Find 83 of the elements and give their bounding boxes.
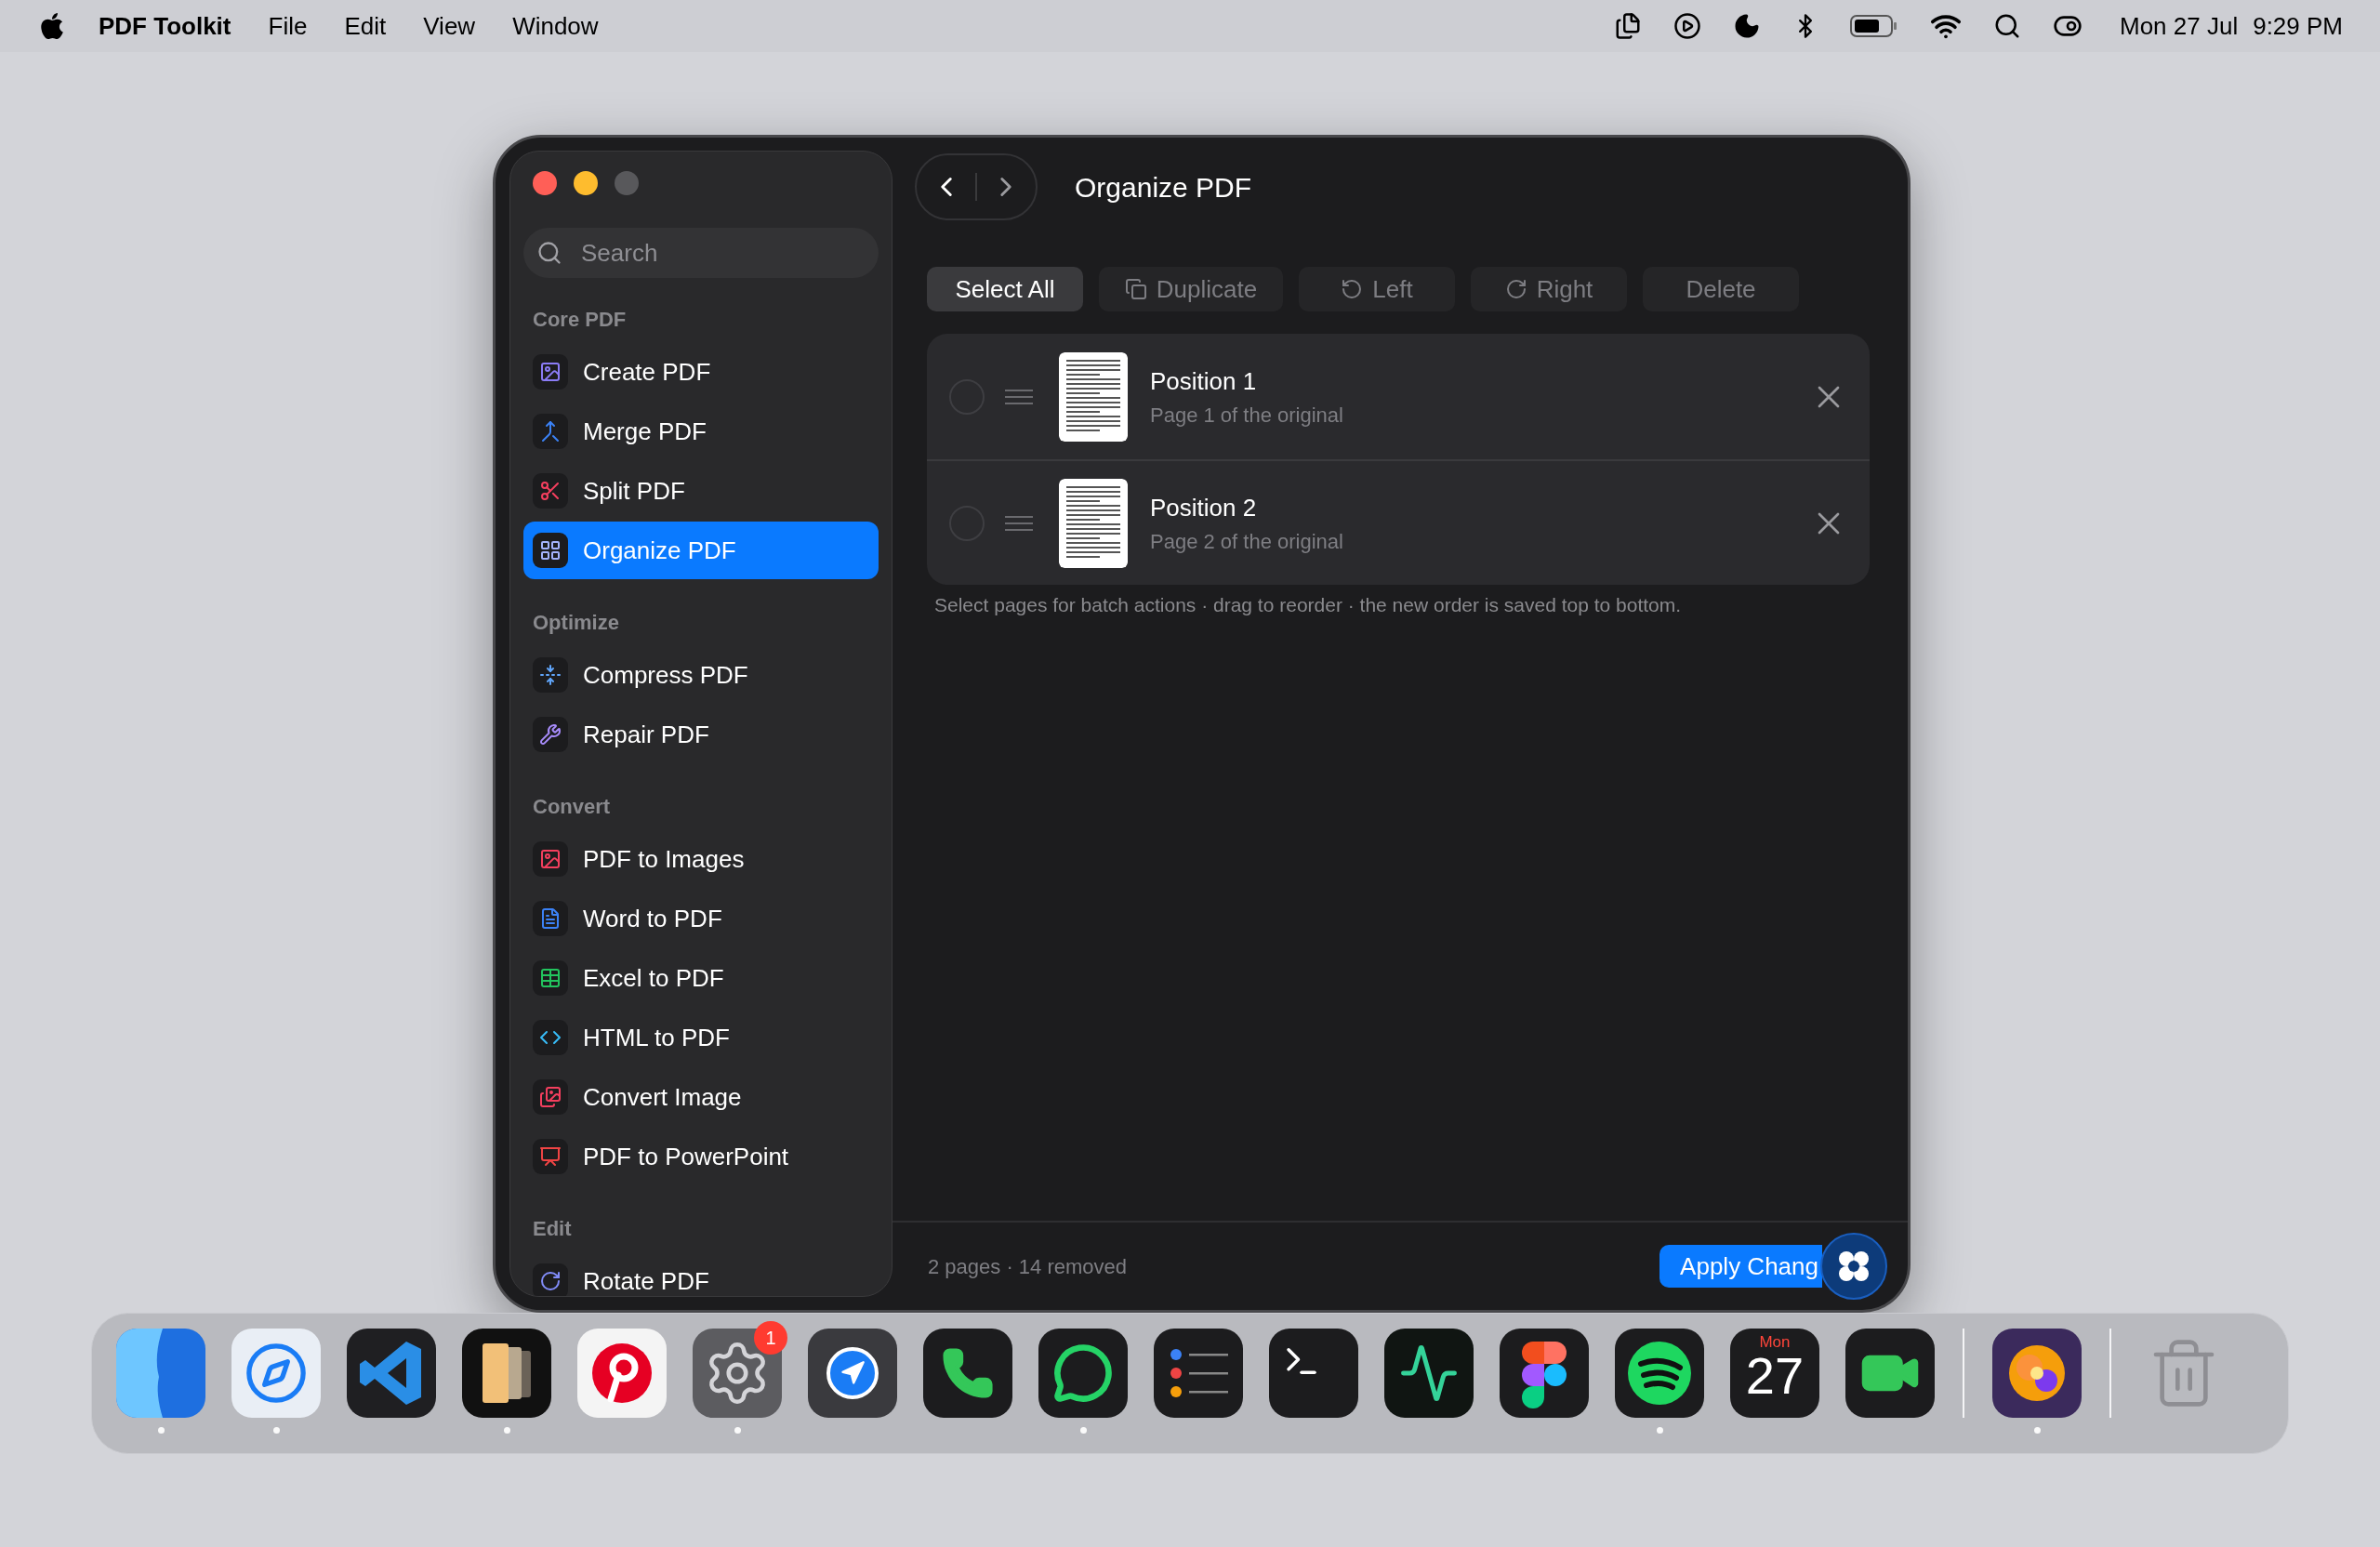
sidebar-item[interactable]: Convert Image: [523, 1068, 879, 1126]
pin-logo-icon[interactable]: [577, 1329, 667, 1418]
calendar-icon[interactable]: Mon 27: [1730, 1329, 1819, 1418]
sidebar-section-title: Edit: [532, 1215, 573, 1242]
sidebar-item[interactable]: Repair PDF: [523, 706, 879, 763]
footer-summary: 2 pages · 14 removed: [928, 1253, 1128, 1280]
sidebar-section-title: Convert: [532, 793, 612, 820]
compass-icon[interactable]: [231, 1329, 321, 1418]
page-title-text: Position 2: [1150, 492, 1258, 523]
close-button[interactable]: [533, 171, 557, 195]
sidebar-item[interactable]: HTML to PDF: [523, 1009, 879, 1066]
drag-handle-icon[interactable]: [1005, 389, 1033, 404]
page-subtitle: Page 1 of the original: [1150, 402, 1343, 429]
search-field[interactable]: Search: [523, 228, 879, 278]
merge-icon: [533, 414, 568, 449]
grid-icon: [533, 533, 568, 568]
hint-text: Select pages for batch actions · drag to reorder · the new order is saved top to bottom.: [934, 593, 1683, 617]
code-editor-icon[interactable]: [347, 1329, 436, 1418]
rotate-icon: [533, 1263, 568, 1296]
sidebar-item[interactable]: Rotate PDF: [523, 1252, 879, 1296]
search-icon: [536, 240, 562, 266]
page-row[interactable]: Position 2 Page 2 of the original: [927, 459, 1870, 585]
page-subtitle: Page 2 of the original: [1150, 528, 1343, 555]
scissors-icon: [533, 473, 568, 509]
page-row[interactable]: Position 1 Page 1 of the original: [927, 334, 1870, 459]
list-icon[interactable]: [1154, 1329, 1243, 1418]
navigation-icon[interactable]: [808, 1329, 897, 1418]
image-icon: [533, 354, 568, 390]
sidebar-item[interactable]: PDF to PowerPoint: [523, 1128, 879, 1185]
minimize-button[interactable]: [574, 171, 598, 195]
four-dots-icon: [1837, 1250, 1871, 1283]
document-icon: [533, 901, 568, 936]
page-title: Organize PDF: [1075, 170, 1252, 205]
sidebar-item[interactable]: Word to PDF: [523, 890, 879, 947]
menu-item[interactable]: Edit: [344, 7, 387, 45]
files-icon[interactable]: [1614, 12, 1642, 40]
apply-button[interactable]: Apply Chang: [1659, 1245, 1822, 1288]
images-icon: [533, 1079, 568, 1115]
video-camera-icon[interactable]: [1845, 1329, 1935, 1418]
sidebar-item[interactable]: PDF to Images: [523, 830, 879, 888]
two-tone-app-icon[interactable]: [116, 1329, 205, 1418]
app-name[interactable]: PDF Toolkit: [99, 7, 231, 45]
menu-item[interactable]: File: [268, 7, 308, 45]
page-title-text: Position 1: [1150, 365, 1258, 397]
moon-icon[interactable]: [1733, 12, 1761, 40]
phone-icon[interactable]: [923, 1329, 1012, 1418]
sidebar-item[interactable]: Excel to PDF: [523, 949, 879, 1007]
sidebar-item[interactable]: Create PDF: [523, 343, 879, 401]
menu-item[interactable]: Window: [512, 7, 599, 45]
stacked-cards-icon[interactable]: [462, 1329, 551, 1418]
notification-badge: 1: [754, 1321, 787, 1355]
pulse-icon[interactable]: [1384, 1329, 1474, 1418]
code-icon: [533, 1020, 568, 1055]
calendar-day: 27: [1745, 1350, 1805, 1402]
menu-bar-date[interactable]: Mon 27 Jul: [2120, 7, 2239, 45]
sidebar-item[interactable]: Split PDF: [523, 462, 879, 520]
sidebar-section-title: Optimize: [532, 609, 620, 636]
calendar-weekday: Mon: [1759, 1334, 1791, 1350]
copy-icon: [1124, 278, 1147, 300]
compress-icon: [533, 657, 568, 693]
play-icon[interactable]: [1673, 12, 1701, 40]
shapes-logo-icon[interactable]: [1500, 1329, 1589, 1418]
search-icon[interactable]: [1993, 12, 2021, 40]
toolbar-button[interactable]: Select All: [927, 267, 1083, 311]
terminal-icon[interactable]: [1269, 1329, 1358, 1418]
sidebar-section-title: Core PDF: [532, 306, 628, 333]
sidebar-item[interactable]: Compress PDF: [523, 646, 879, 704]
sidebar-item[interactable]: Merge PDF: [523, 403, 879, 460]
drag-handle-icon[interactable]: [1005, 515, 1033, 531]
image-icon: [533, 841, 568, 877]
menu-bar-time[interactable]: 9:29 PM: [2253, 7, 2343, 45]
wrench-icon: [533, 717, 568, 752]
abstract-art-icon[interactable]: [1992, 1329, 2082, 1418]
sound-waves-logo-icon[interactable]: [1615, 1329, 1704, 1418]
chat-icon[interactable]: [1038, 1329, 1128, 1418]
rotate-right-icon: [1504, 278, 1527, 300]
slides-icon: [533, 1139, 568, 1174]
menu-item[interactable]: View: [423, 7, 476, 45]
rotate-left-icon: [1341, 278, 1364, 300]
table-icon: [533, 960, 568, 996]
battery-icon[interactable]: [1850, 14, 1898, 38]
sidebar-item[interactable]: Organize PDF: [523, 522, 879, 579]
gear-icon[interactable]: [693, 1329, 782, 1418]
